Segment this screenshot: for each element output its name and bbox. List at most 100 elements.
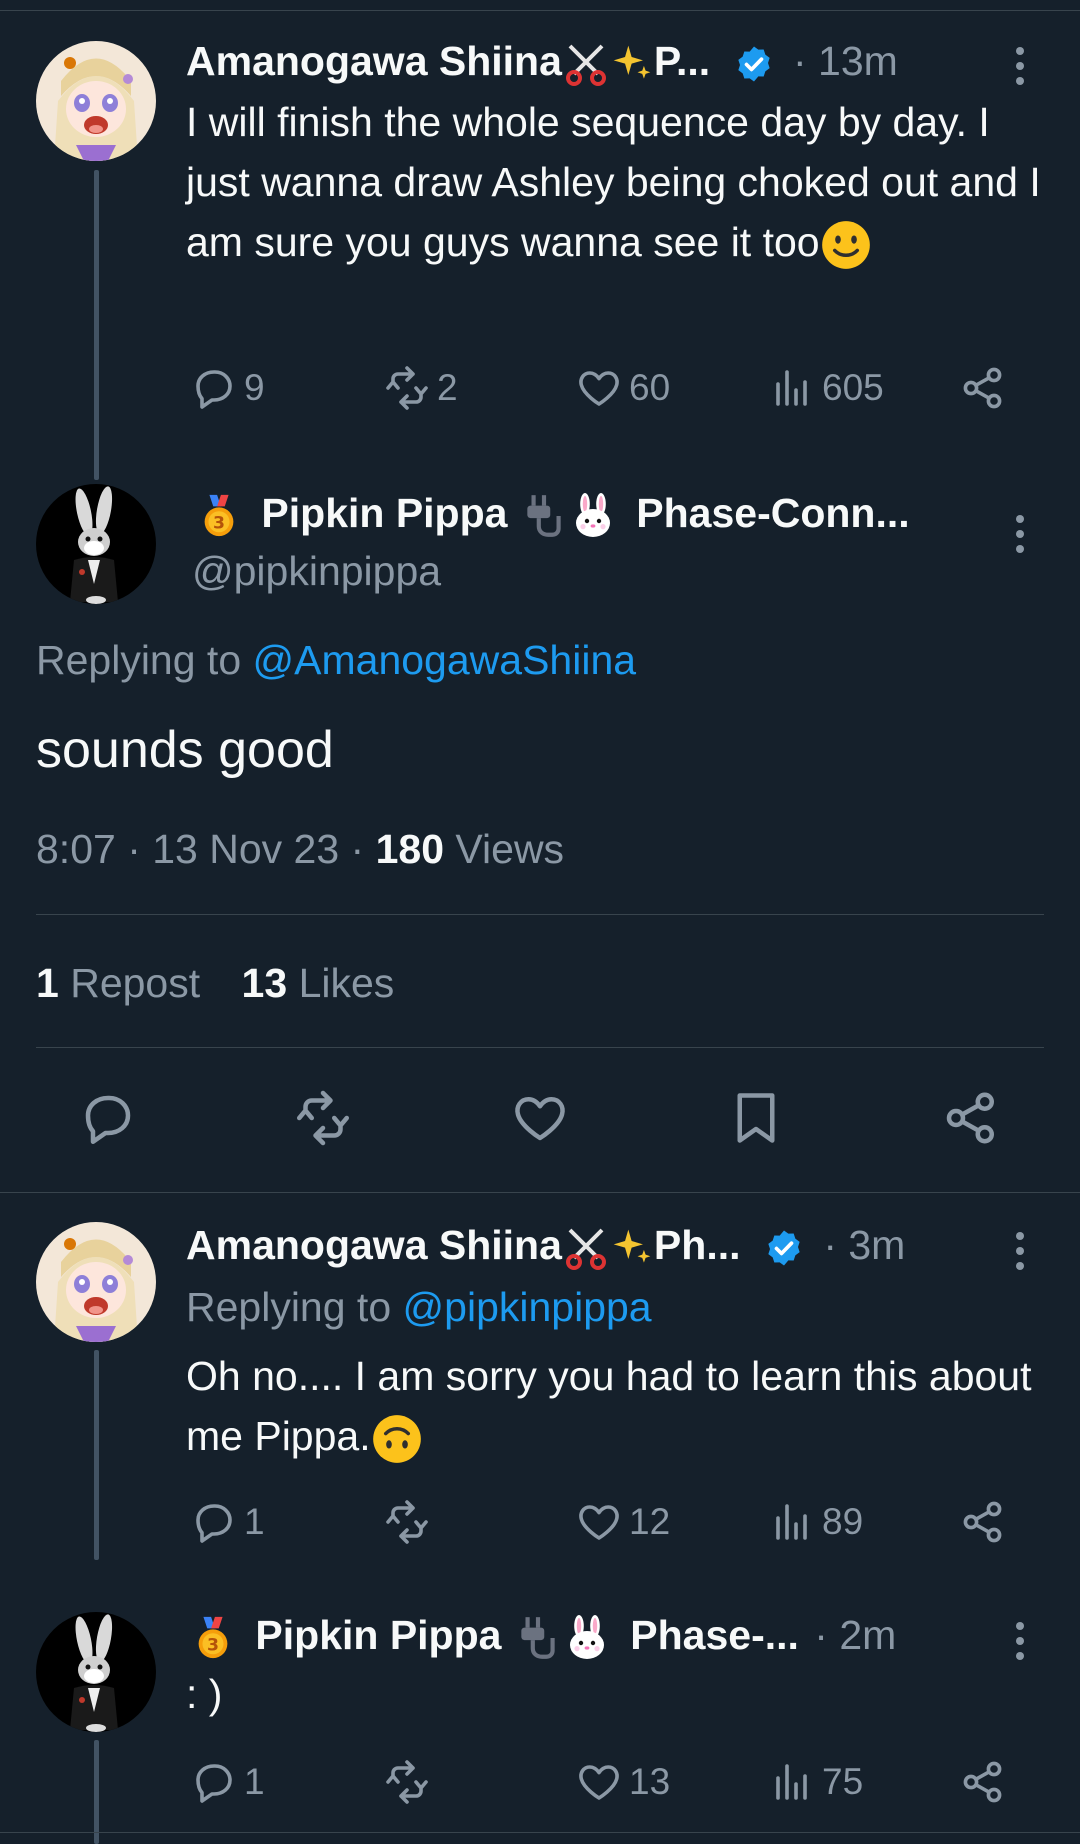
- more-options-icon[interactable]: [1014, 1232, 1026, 1270]
- scissors-icon: [562, 40, 610, 88]
- tweet3-text-block: Oh no.... I am sorry you had to learn th…: [186, 1346, 1046, 1466]
- share-icon: [941, 1088, 1001, 1148]
- share-icon: [959, 1498, 1007, 1546]
- repost-button[interactable]: [293, 1088, 353, 1148]
- views-label: Views: [455, 826, 565, 872]
- views-count: 605: [822, 367, 884, 408]
- share-button[interactable]: [959, 1758, 1007, 1806]
- share-button[interactable]: [959, 1498, 1007, 1546]
- like-button[interactable]: 13: [575, 1758, 670, 1806]
- divider: [36, 914, 1044, 915]
- repost-icon: [383, 1498, 431, 1546]
- reply-icon: [190, 1498, 238, 1546]
- more-options-icon[interactable]: [1014, 47, 1026, 85]
- views-button[interactable]: 89: [768, 1498, 863, 1546]
- more-options-icon[interactable]: [1014, 1622, 1026, 1660]
- timestamp[interactable]: 8:07 · 13 Nov 23 ·: [36, 826, 364, 872]
- likes-count: 13: [241, 960, 288, 1006]
- display-name[interactable]: Pipkin Pippa: [261, 490, 507, 536]
- tweet1-text-block: I will finish the whole sequence day by …: [186, 92, 1046, 272]
- display-name[interactable]: Amanogawa Shiina: [186, 1222, 562, 1268]
- share-icon: [959, 1758, 1007, 1806]
- name-suffix: P...: [653, 38, 711, 84]
- bookmark-icon: [726, 1088, 786, 1148]
- repost-count: 1: [36, 960, 59, 1006]
- verified-badge-icon: [734, 44, 774, 84]
- tweet-time[interactable]: · 13m: [793, 38, 898, 84]
- thread-line: [94, 170, 99, 480]
- like-button[interactable]: 60: [575, 364, 670, 412]
- divider: [0, 1192, 1080, 1193]
- thread-line: [94, 1740, 99, 1844]
- repost-stat[interactable]: 1 Repost: [36, 960, 200, 1006]
- repost-icon: [383, 364, 431, 412]
- divider: [0, 1832, 1080, 1833]
- repost-button[interactable]: [383, 1498, 437, 1546]
- repost-icon: [293, 1088, 353, 1148]
- views-count: 75: [822, 1761, 864, 1802]
- upside-down-face-emoji-icon: [371, 1413, 423, 1465]
- heart-icon: [510, 1088, 570, 1148]
- repost-label: Repost: [70, 960, 201, 1006]
- medal-icon: [190, 1615, 236, 1661]
- likes-label: Likes: [298, 960, 395, 1006]
- tweet1-header: Amanogawa Shiina P... · 13m: [186, 38, 898, 88]
- tweet-text: I will finish the whole sequence day by …: [186, 99, 1041, 265]
- replying-to-label: Replying to: [36, 637, 242, 683]
- thread-line: [94, 1350, 99, 1560]
- sparkles-icon: [610, 1226, 654, 1270]
- tweet-time[interactable]: · 2m: [814, 1612, 896, 1658]
- heart-icon: [575, 1758, 623, 1806]
- repost-button[interactable]: [383, 1758, 437, 1806]
- medal-icon: [196, 493, 242, 539]
- views-icon: [768, 1758, 816, 1806]
- repost-icon: [383, 1758, 431, 1806]
- avatar-pipkin[interactable]: [36, 1612, 156, 1732]
- tweet-meta: 8:07 · 13 Nov 23 · 180 Views: [36, 826, 564, 873]
- avatar-amanogawa[interactable]: [36, 41, 156, 161]
- reply-button[interactable]: [78, 1088, 138, 1148]
- like-button[interactable]: [510, 1088, 570, 1148]
- replying-to-label: Replying to: [186, 1284, 392, 1330]
- tweet4-header: Pipkin Pippa Phase-... · 2m: [190, 1612, 896, 1663]
- name-suffix: Phase-...: [630, 1612, 799, 1658]
- views-button[interactable]: 605: [768, 364, 884, 412]
- bookmark-button[interactable]: [726, 1088, 786, 1148]
- share-button[interactable]: [959, 364, 1007, 412]
- tweet-time[interactable]: · 3m: [823, 1222, 905, 1268]
- replying-to-handle[interactable]: @pipkinpippa: [403, 1284, 652, 1330]
- avatar-amanogawa[interactable]: [36, 1222, 156, 1342]
- reply-icon: [190, 1758, 238, 1806]
- more-options-icon[interactable]: [1014, 515, 1026, 553]
- reply-button[interactable]: 1: [190, 1498, 265, 1546]
- reply-count: 1: [244, 1761, 265, 1802]
- display-name[interactable]: Amanogawa Shiina: [186, 38, 562, 84]
- handle[interactable]: @pipkinpippa: [192, 548, 441, 595]
- reply-icon: [190, 364, 238, 412]
- reply-button[interactable]: 9: [190, 364, 265, 412]
- plug-icon: [519, 491, 569, 541]
- reply-count: 1: [244, 1501, 265, 1542]
- reply-icon: [78, 1088, 138, 1148]
- views-icon: [768, 1498, 816, 1546]
- likes-stat[interactable]: 13 Likes: [242, 960, 395, 1006]
- repost-button[interactable]: 2: [383, 364, 458, 412]
- bunny-icon: [569, 492, 617, 540]
- views-button[interactable]: 75: [768, 1758, 863, 1806]
- bunny-icon: [563, 1614, 611, 1662]
- scissors-icon: [562, 1224, 610, 1272]
- share-button[interactable]: [941, 1088, 1001, 1148]
- like-count: 12: [629, 1501, 671, 1542]
- display-name[interactable]: Pipkin Pippa: [255, 1612, 501, 1658]
- replying-to-handle[interactable]: @AmanogawaShiina: [253, 637, 637, 683]
- sparkles-icon: [610, 42, 654, 86]
- views-count: 89: [822, 1501, 864, 1542]
- heart-icon: [575, 1498, 623, 1546]
- reply-button[interactable]: 1: [190, 1758, 265, 1806]
- views-icon: [768, 364, 816, 412]
- like-button[interactable]: 12: [575, 1498, 670, 1546]
- tweet-text: : ): [186, 1671, 223, 1717]
- smiling-face-emoji-icon: [820, 219, 872, 271]
- avatar-pipkin[interactable]: [36, 484, 156, 604]
- repost-count: 2: [437, 367, 458, 408]
